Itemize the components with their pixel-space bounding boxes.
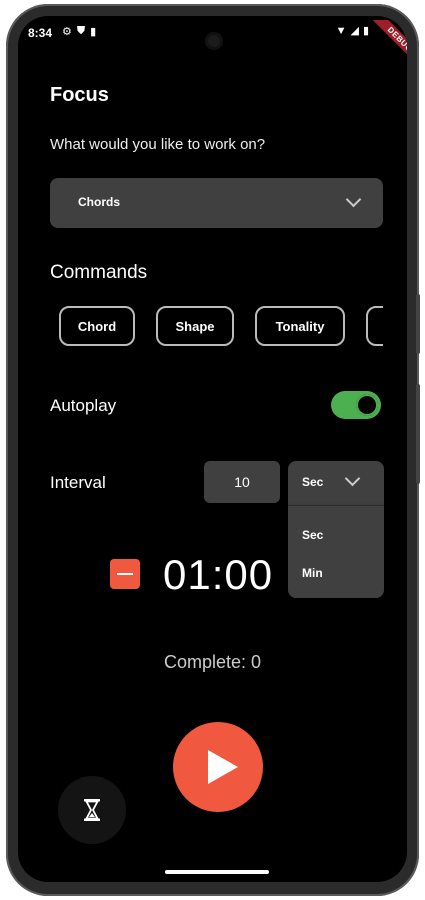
stop-icon[interactable] [110, 559, 140, 589]
chevron-down-icon [345, 191, 362, 208]
menu-item-sec[interactable]: Sec [302, 528, 323, 542]
home-indicator[interactable] [165, 870, 269, 874]
play-icon [208, 750, 238, 784]
chip-chord[interactable]: Chord [59, 306, 135, 346]
interval-input[interactable]: 10 [204, 461, 280, 503]
debug-banner: DEBUG [371, 20, 407, 64]
chip-shape[interactable]: Shape [156, 306, 234, 346]
wifi-icon: ▼ [335, 24, 347, 37]
chip-tonality[interactable]: Tonality [255, 306, 345, 346]
side-button [416, 294, 420, 354]
interval-unit-menu: Sec Min [288, 505, 384, 598]
commands-chip-list: Chord Shape Tonality S [50, 306, 383, 352]
focus-prompt: What would you like to work on? [50, 136, 266, 153]
toggle-knob [356, 394, 378, 416]
debug-banner-wrap: DEBUG [349, 20, 407, 64]
focus-dropdown[interactable]: Chords [50, 178, 383, 228]
focus-dropdown-value: Chords [78, 195, 120, 209]
complete-count: Complete: 0 [163, 652, 262, 672]
sim-card-icon: ▮ [90, 26, 97, 38]
page-title: Focus [50, 84, 109, 106]
status-bar: 8:34 ⚙ ⛊ ▮ ▼ ◢ ▮ DEBUG [18, 16, 407, 64]
autoplay-label: Autoplay [50, 396, 117, 415]
status-left-icons: ⚙ ⛊ ▮ [62, 25, 96, 38]
gear-icon: ⚙ [62, 26, 72, 38]
chip-partial[interactable]: S [366, 306, 383, 346]
play-button[interactable] [173, 722, 263, 812]
interval-unit-select[interactable]: Sec [288, 461, 384, 505]
camera-punch-hole [205, 32, 223, 50]
app-screen: 8:34 ⚙ ⛊ ▮ ▼ ◢ ▮ DEBUG Focus What would … [18, 16, 407, 882]
phone-frame: 8:34 ⚙ ⛊ ▮ ▼ ◢ ▮ DEBUG Focus What would … [6, 4, 420, 896]
menu-item-min[interactable]: Min [302, 566, 323, 580]
chevron-down-icon [344, 470, 361, 487]
status-time: 8:34 [28, 26, 53, 40]
hourglass-button[interactable] [58, 776, 126, 844]
commands-title: Commands [50, 262, 148, 283]
interval-label: Interval [50, 473, 106, 492]
volume-button [416, 384, 420, 484]
hourglass-icon [84, 799, 100, 821]
shield-icon: ⛊ [76, 25, 86, 37]
autoplay-toggle[interactable] [331, 391, 381, 419]
timer-display: 01:00 [163, 551, 274, 598]
interval-unit-value: Sec [302, 475, 324, 489]
